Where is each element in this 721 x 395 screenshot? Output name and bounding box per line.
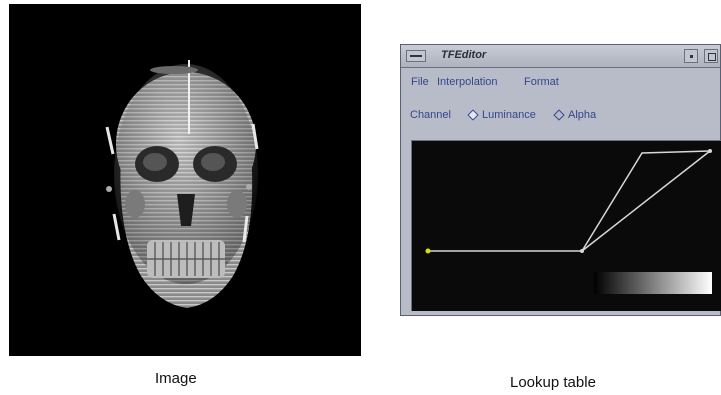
radio-alpha-label: Alpha bbox=[568, 109, 597, 121]
menu-format[interactable]: Format bbox=[524, 76, 559, 88]
control-point-end bbox=[708, 149, 712, 153]
window-title: TFEditor bbox=[441, 49, 487, 61]
title-bar[interactable]: TFEditor bbox=[401, 45, 720, 68]
alpha-curve bbox=[581, 150, 711, 252]
radio-alpha[interactable]: Alpha bbox=[553, 109, 597, 121]
channel-label: Channel bbox=[410, 109, 451, 121]
menu-bar: File Interpolation Format bbox=[407, 74, 720, 92]
minimize-button[interactable] bbox=[684, 49, 698, 63]
tf-editor-window: TFEditor File Interpolation Format Chann… bbox=[400, 44, 721, 316]
image-caption: Image bbox=[155, 370, 197, 387]
transfer-function-canvas[interactable] bbox=[411, 140, 721, 311]
menu-interpolation[interactable]: Interpolation bbox=[437, 76, 498, 88]
skull-render bbox=[105, 60, 259, 308]
radio-luminance[interactable]: Luminance bbox=[467, 109, 536, 121]
lookup-table-caption: Lookup table bbox=[510, 374, 596, 391]
luminance-gradient-bar bbox=[594, 272, 712, 294]
channel-row: Channel Luminance Alpha bbox=[407, 107, 720, 125]
render-view bbox=[9, 4, 361, 356]
control-point-start bbox=[425, 248, 431, 254]
window-menu-button[interactable] bbox=[406, 50, 426, 62]
radio-selected-icon bbox=[467, 109, 479, 121]
radio-luminance-label: Luminance bbox=[482, 109, 536, 121]
maximize-button[interactable] bbox=[704, 49, 718, 63]
radio-unselected-icon bbox=[553, 109, 565, 121]
menu-file[interactable]: File bbox=[411, 76, 429, 88]
control-point-knee bbox=[580, 249, 584, 253]
